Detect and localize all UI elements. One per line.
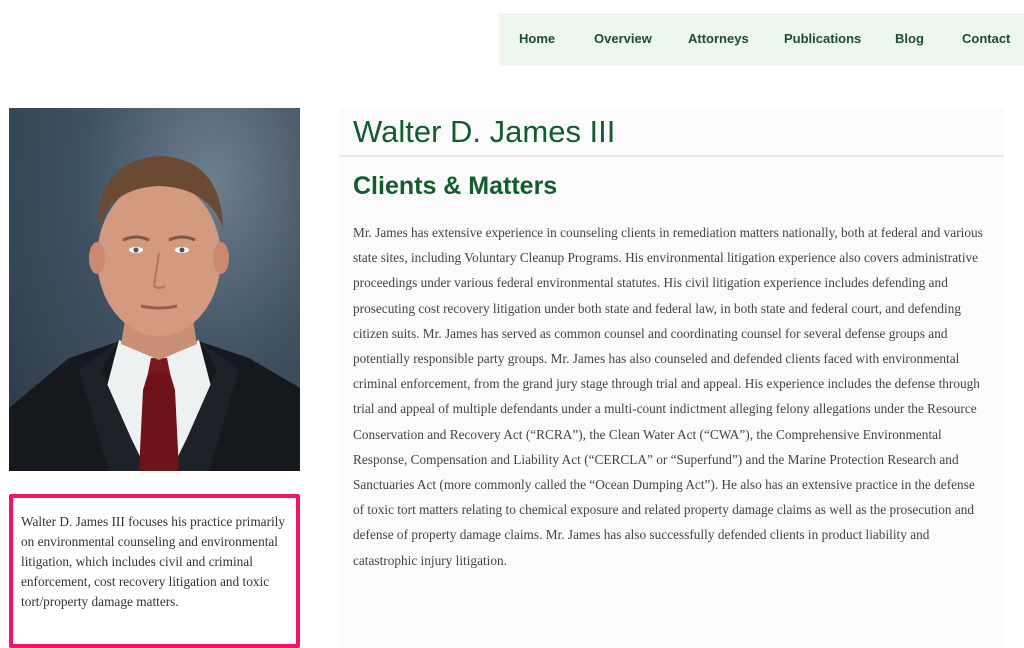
title-divider <box>339 155 1004 157</box>
content-panel: Walter D. James III Clients & Matters Mr… <box>339 108 1004 648</box>
section-body-text: Mr. James has extensive experience in co… <box>353 225 983 568</box>
bio-summary-box: Walter D. James III focuses his practice… <box>9 494 300 648</box>
section-heading: Clients & Matters <box>353 172 558 200</box>
attorney-name: Walter D. James III <box>353 114 616 149</box>
nav-attorneys-link[interactable]: Attorneys <box>688 31 749 46</box>
attorney-portrait <box>9 108 300 471</box>
nav-overview-link[interactable]: Overview <box>594 31 652 46</box>
nav-publications-link[interactable]: Publications <box>784 31 861 46</box>
nav-contact-link[interactable]: Contact <box>962 31 1010 46</box>
nav-home-link[interactable]: Home <box>519 31 555 46</box>
main-navigation: Home Overview Attorneys Publications Blo… <box>499 13 1024 66</box>
portrait-illustration <box>9 156 300 471</box>
bio-summary-text: Walter D. James III focuses his practice… <box>21 514 286 609</box>
nav-blog-link[interactable]: Blog <box>895 31 924 46</box>
